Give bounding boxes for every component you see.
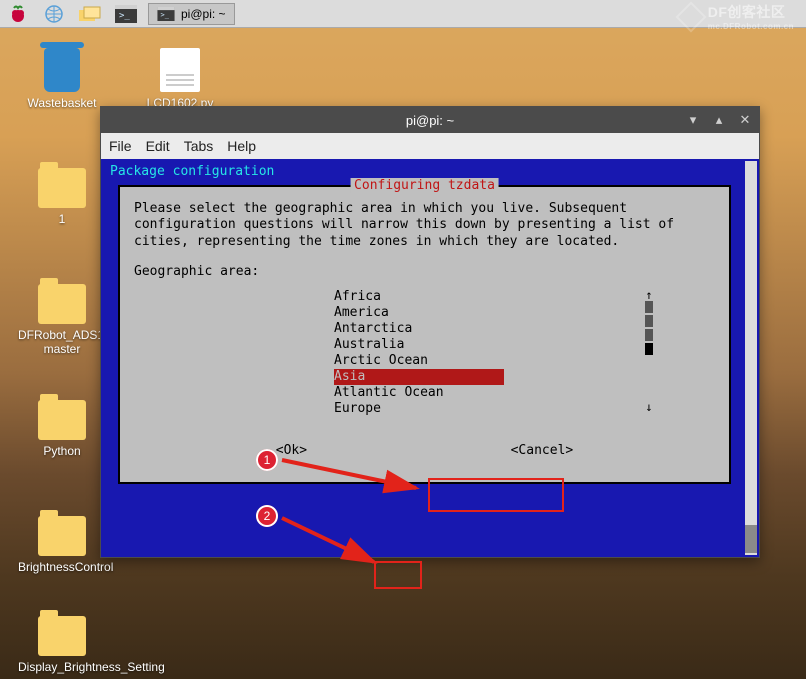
folder-icon xyxy=(38,516,86,556)
tzdata-dialog: Configuring tzdata Please select the geo… xyxy=(118,185,731,484)
file-manager-icon[interactable] xyxy=(76,2,104,26)
trash-icon xyxy=(44,48,80,92)
taskbar-task-terminal[interactable]: >_ pi@pi: ~ xyxy=(148,3,235,25)
desktop-icon-label: Display_Brightness_Setting xyxy=(18,660,106,674)
cancel-button[interactable]: <Cancel> xyxy=(507,443,578,458)
folder-icon xyxy=(38,284,86,324)
close-button[interactable]: ✕ xyxy=(737,112,753,128)
folder-icon xyxy=(38,400,86,440)
ok-button[interactable]: <Ok> xyxy=(272,443,311,458)
terminal-viewport: Package configuration Configuring tzdata… xyxy=(101,159,759,557)
watermark-hex-icon xyxy=(675,1,706,32)
taskbar: >_ >_ pi@pi: ~ DF创客社区 mc.DFRobot.com.cn xyxy=(0,0,806,28)
desktop-icon-wastebasket[interactable]: Wastebasket xyxy=(18,48,106,110)
watermark: DF创客社区 mc.DFRobot.com.cn xyxy=(680,2,794,31)
desktop-icon-label: Wastebasket xyxy=(18,96,106,110)
area-option-atlantic-ocean[interactable]: Atlantic Ocean xyxy=(334,385,654,401)
menu-edit[interactable]: Edit xyxy=(146,138,170,154)
desktop-icon-label: Python xyxy=(18,444,106,458)
watermark-url: mc.DFRobot.com.cn xyxy=(708,22,794,31)
web-browser-icon[interactable] xyxy=(40,2,68,26)
file-icon xyxy=(160,48,200,92)
desktop: >_ >_ pi@pi: ~ DF创客社区 mc.DFRobot.com.cn … xyxy=(0,0,806,679)
annotation-box-ok xyxy=(374,561,422,589)
desktop-icon-label: DFRobot_ADS1115-master xyxy=(18,328,106,356)
dialog-instructions: Please select the geographic area in whi… xyxy=(134,201,715,250)
terminal-scrollbar[interactable] xyxy=(745,161,757,555)
minimize-button[interactable]: ▾ xyxy=(685,112,701,128)
annotation-badge-1: 1 xyxy=(256,449,278,471)
watermark-brand: DF创客社区 xyxy=(708,4,786,20)
menu-tabs[interactable]: Tabs xyxy=(184,138,214,154)
geographic-area-label: Geographic area: xyxy=(134,264,715,279)
desktop-icon-file[interactable]: LCD1602.py xyxy=(136,48,224,110)
area-option-europe[interactable]: Europe xyxy=(334,401,654,417)
area-option-america[interactable]: America xyxy=(334,305,654,321)
area-option-antarctica[interactable]: Antarctica xyxy=(334,321,654,337)
terminal-window: pi@pi: ~ ▾ ▴ ✕ File Edit Tabs Help Packa… xyxy=(100,106,760,558)
area-list[interactable]: AfricaAmericaAntarcticaAustraliaArctic O… xyxy=(334,289,654,417)
desktop-icon-folder-display[interactable]: Display_Brightness_Setting xyxy=(18,616,106,674)
svg-text:>_: >_ xyxy=(119,11,130,21)
desktop-icon-label: 1 xyxy=(18,212,106,226)
desktop-icon-folder-1[interactable]: 1 xyxy=(18,168,106,226)
raspberry-menu-icon[interactable] xyxy=(4,2,32,26)
dialog-title: Configuring tzdata xyxy=(350,178,499,193)
annotation-badge-2: 2 xyxy=(256,505,278,527)
svg-text:>_: >_ xyxy=(161,11,170,19)
window-title: pi@pi: ~ xyxy=(406,113,454,128)
area-option-africa[interactable]: Africa xyxy=(334,289,654,305)
desktop-icon-folder-dfrobot[interactable]: DFRobot_ADS1115-master xyxy=(18,284,106,356)
taskbar-task-label: pi@pi: ~ xyxy=(181,7,226,21)
window-titlebar[interactable]: pi@pi: ~ ▾ ▴ ✕ xyxy=(101,107,759,133)
scrollbar-thumb[interactable] xyxy=(745,525,757,553)
folder-icon xyxy=(38,168,86,208)
terminal-launcher-icon[interactable]: >_ xyxy=(112,2,140,26)
desktop-icon-folder-python[interactable]: Python xyxy=(18,400,106,458)
desktop-icon-folder-brightness[interactable]: BrightnessControl xyxy=(18,516,106,574)
area-option-australia[interactable]: Australia xyxy=(334,337,654,353)
maximize-button[interactable]: ▴ xyxy=(711,112,727,128)
window-menubar: File Edit Tabs Help xyxy=(101,133,759,159)
desktop-icon-label: BrightnessControl xyxy=(18,560,106,574)
area-option-arctic-ocean[interactable]: Arctic Ocean xyxy=(334,353,654,369)
folder-icon xyxy=(38,616,86,656)
menu-file[interactable]: File xyxy=(109,138,132,154)
area-option-asia[interactable]: Asia xyxy=(334,369,504,385)
list-scroll-indicator: ↑↓ xyxy=(644,289,654,417)
menu-help[interactable]: Help xyxy=(227,138,256,154)
